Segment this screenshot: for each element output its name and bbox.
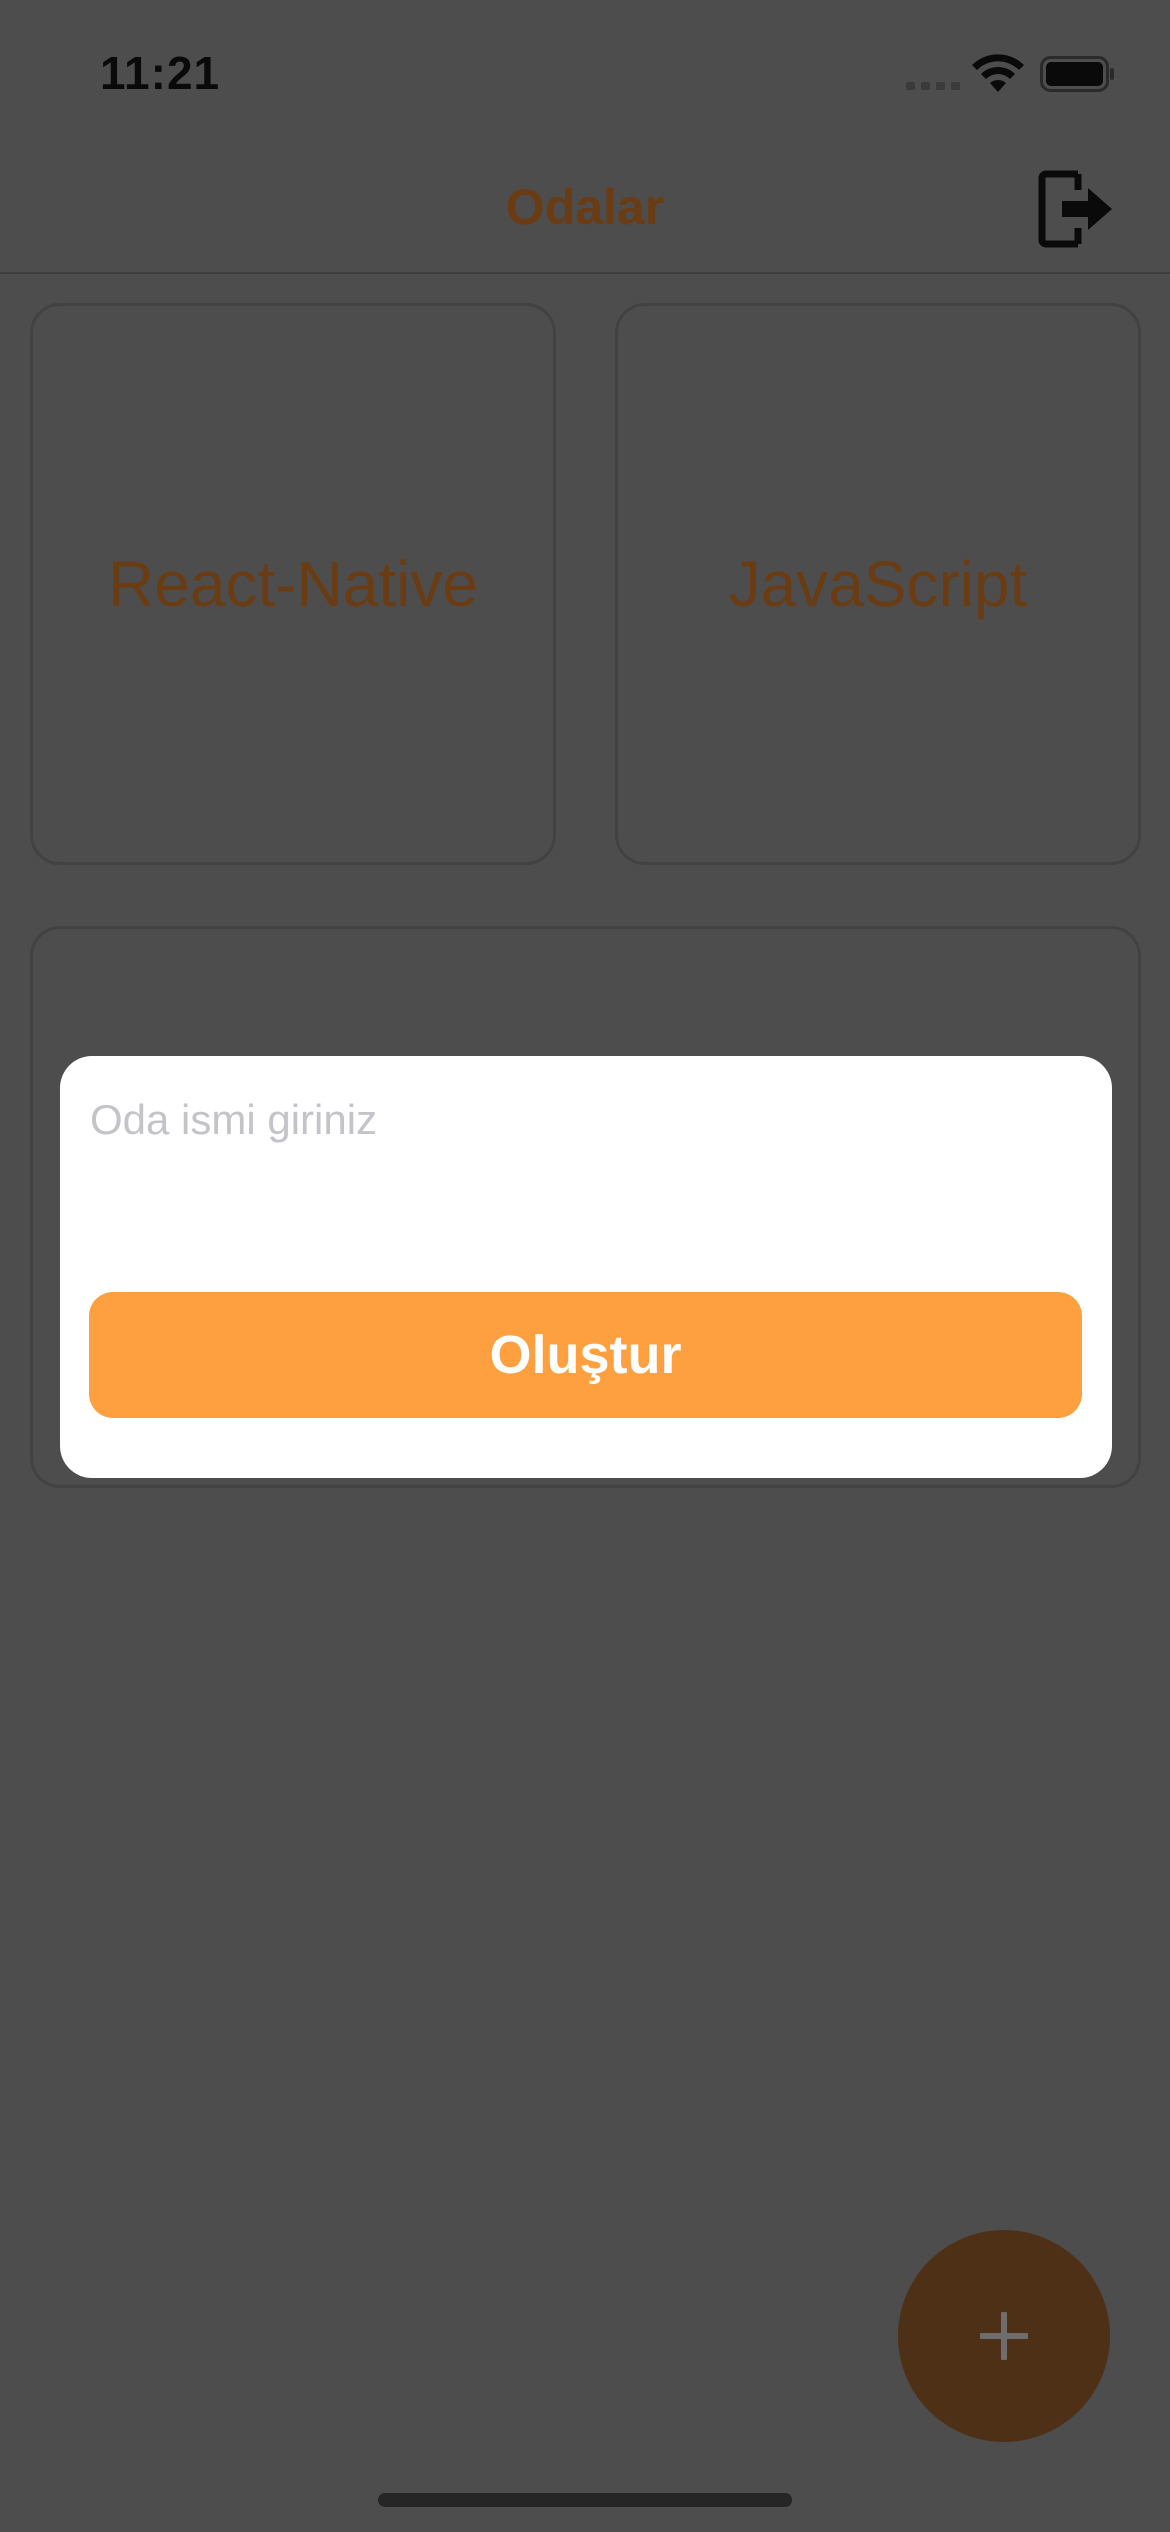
create-room-button-label: Oluştur — [489, 1325, 682, 1385]
room-card-label: JavaScript — [728, 548, 1028, 620]
battery-icon — [1040, 56, 1114, 92]
rooms-screen: 11:21 Odalar React-Native JavaScript Oda… — [0, 0, 1170, 2532]
create-room-button[interactable]: Oluştur — [89, 1292, 1082, 1418]
create-room-modal: Oluştur — [60, 1056, 1112, 1478]
room-card-label: React-Native — [108, 548, 478, 620]
room-card-react-native[interactable]: React-Native — [30, 303, 556, 865]
plus-icon — [980, 2312, 1028, 2360]
add-room-button[interactable] — [898, 2230, 1110, 2442]
room-name-input[interactable] — [90, 1096, 1080, 1266]
room-card-javascript[interactable]: JavaScript — [615, 303, 1141, 865]
status-time: 11:21 — [100, 47, 221, 99]
wifi-icon — [972, 54, 1024, 92]
page-title: Odalar — [505, 179, 665, 235]
navigation-header: Odalar — [0, 150, 1170, 274]
cellular-signal-icon — [906, 82, 960, 90]
home-indicator[interactable] — [378, 2493, 792, 2507]
logout-icon[interactable] — [1038, 168, 1114, 250]
